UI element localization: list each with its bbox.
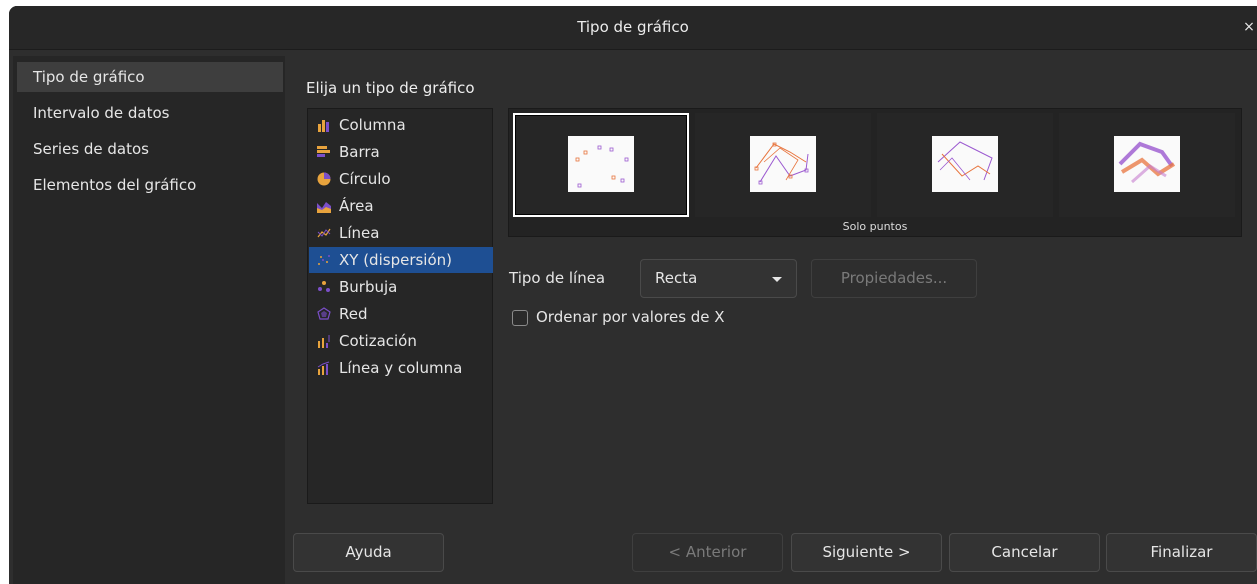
previous-button[interactable]: < Anterior <box>632 533 783 572</box>
xy-scatter-icon <box>318 255 330 265</box>
net-chart-icon <box>317 307 331 320</box>
chevron-down-icon <box>772 277 782 282</box>
chart-type-label: Área <box>339 197 374 215</box>
lines-only-icon <box>932 136 998 192</box>
step-chart-type[interactable]: Tipo de gráfico <box>17 62 283 92</box>
chart-type-area[interactable]: Área <box>309 193 493 219</box>
cancel-button[interactable]: Cancelar <box>949 533 1100 572</box>
help-button[interactable]: Ayuda <box>293 533 444 572</box>
chart-type-column-line[interactable]: Línea y columna <box>309 355 493 381</box>
chart-type-column[interactable]: Columna <box>309 112 493 138</box>
step-chart-elements[interactable]: Elementos del gráfico <box>17 170 283 200</box>
chart-type-line[interactable]: Línea <box>309 220 493 246</box>
pie-chart-icon <box>317 172 331 186</box>
chart-type-label: Barra <box>339 143 380 161</box>
points-and-lines-icon <box>750 136 816 192</box>
title-bar: Tipo de gráfico × <box>9 6 1257 50</box>
variant-caption: Solo puntos <box>842 220 908 233</box>
chart-type-label: Línea <box>339 224 380 242</box>
chart-type-stock[interactable]: Cotización <box>309 328 493 354</box>
bar-chart-icon <box>317 146 330 157</box>
chart-type-label: Línea y columna <box>339 359 463 377</box>
chart-type-label: Burbuja <box>339 278 398 296</box>
next-button[interactable]: Siguiente > <box>791 533 942 572</box>
chart-type-label: Círculo <box>339 170 391 188</box>
column-line-chart-icon <box>317 361 330 375</box>
chart-variant-panel: Solo puntos <box>508 108 1242 237</box>
step-data-range[interactable]: Intervalo de datos <box>17 98 283 128</box>
variant-3d-lines[interactable] <box>1059 113 1235 217</box>
chart-type-net[interactable]: Red <box>309 301 493 327</box>
variant-lines-only[interactable] <box>877 113 1053 217</box>
3d-lines-icon <box>1114 136 1180 192</box>
variant-points-only[interactable] <box>513 113 689 217</box>
wizard-steps-sidebar: Tipo de gráfico Intervalo de datos Serie… <box>13 56 285 584</box>
column-chart-icon <box>318 120 329 132</box>
chart-type-bubble[interactable]: Burbuja <box>309 274 493 300</box>
chart-type-xy-scatter[interactable]: XY (dispersión) <box>309 247 493 273</box>
chart-type-label: Cotización <box>339 332 417 350</box>
chart-type-list: Columna Barra Círculo Área Línea XY (dis… <box>307 108 493 504</box>
line-type-dropdown[interactable]: Recta <box>640 259 797 298</box>
line-chart-icon <box>317 228 331 238</box>
area-chart-icon <box>317 202 331 213</box>
step-data-series[interactable]: Series de datos <box>17 134 283 164</box>
line-type-value: Recta <box>655 269 698 287</box>
chart-type-dialog: Tipo de gráfico × Tipo de gráfico Interv… <box>9 6 1257 584</box>
line-type-label: Tipo de línea <box>509 269 606 287</box>
dialog-title: Tipo de gráfico <box>577 18 689 36</box>
chart-type-bar[interactable]: Barra <box>309 139 493 165</box>
sort-by-x-checkbox[interactable] <box>512 310 528 326</box>
chart-type-label: Columna <box>339 116 406 134</box>
chart-type-pie[interactable]: Círculo <box>309 166 493 192</box>
chart-type-label: XY (dispersión) <box>339 251 452 269</box>
choose-chart-type-heading: Elija un tipo de gráfico <box>306 79 475 97</box>
points-only-icon <box>568 136 634 192</box>
stock-chart-icon <box>318 335 330 348</box>
close-icon[interactable]: × <box>1241 19 1257 35</box>
bubble-chart-icon <box>318 281 330 292</box>
variant-points-and-lines[interactable] <box>695 113 871 217</box>
properties-button[interactable]: Propiedades... <box>811 259 977 298</box>
sort-by-x-label: Ordenar por valores de X <box>536 308 725 326</box>
finish-button[interactable]: Finalizar <box>1106 533 1257 572</box>
chart-type-label: Red <box>339 305 368 323</box>
